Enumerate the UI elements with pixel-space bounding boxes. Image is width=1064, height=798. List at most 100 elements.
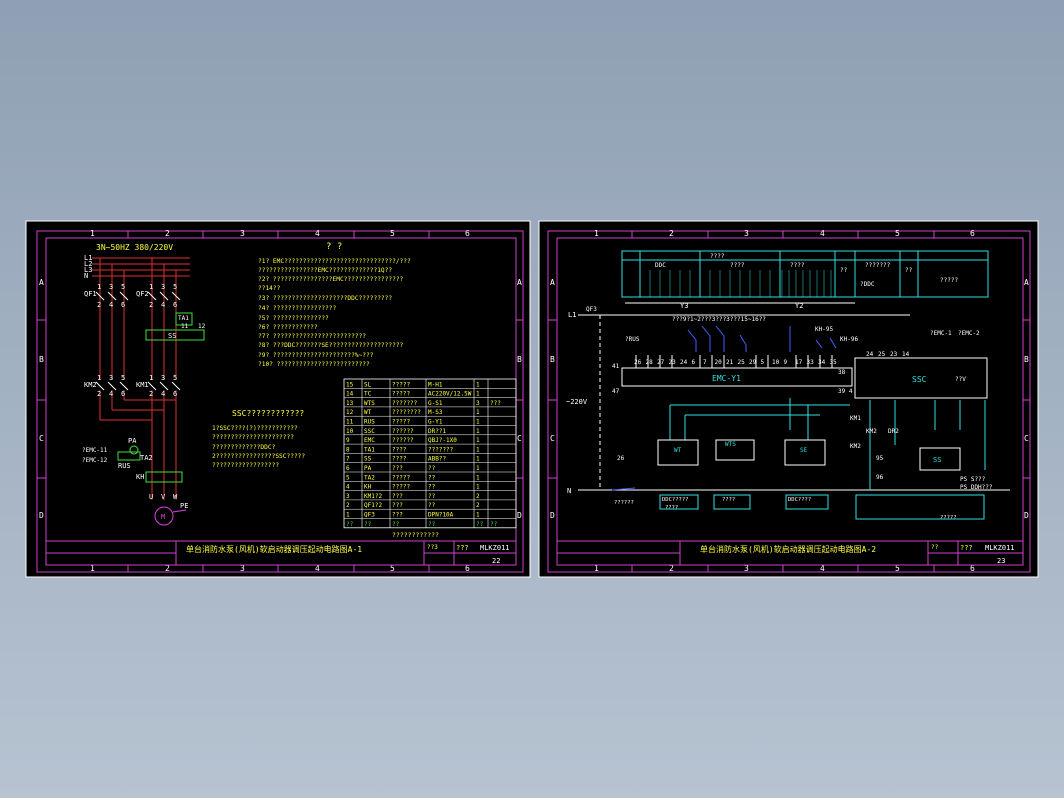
pin: 1 (149, 374, 153, 382)
kh-label: KH (136, 473, 144, 481)
drawing-code: MLKZ011 (480, 544, 510, 552)
table-cell: 14 (346, 391, 354, 398)
table-cell: ???????? (392, 409, 421, 416)
km2-ref: KM2 (850, 443, 861, 450)
terminal-number: 23 (890, 351, 898, 358)
ssc-note: ?????????????????????? (212, 434, 294, 441)
table-cell: TA2 (364, 474, 375, 481)
row-letter: D (517, 511, 522, 520)
table-cell: G-S1 (428, 400, 443, 407)
pin: 2 (97, 301, 101, 309)
table-cell: TC (364, 391, 372, 398)
table-cell: ??? (392, 502, 403, 509)
row-letter: A (1024, 278, 1029, 287)
table-cell: 1 (476, 428, 480, 435)
n26: 26 (617, 455, 625, 462)
header-label: ???? (730, 262, 745, 269)
ss-label: SS (933, 456, 941, 464)
table-cell: 10 (346, 428, 354, 435)
table-cell: ??? (490, 400, 501, 407)
bottom-label: ????? (940, 515, 957, 521)
bus-label: N (84, 272, 88, 280)
col-num: 1 (594, 229, 599, 238)
table-cell: G-Y1 (428, 419, 443, 426)
header-label: ???? (790, 262, 805, 269)
ps-label: PS S??? (960, 476, 986, 483)
cad-canvas: 1 2 3 4 5 6 1 2 3 4 5 6 A B C D A B C D … (25, 220, 1039, 578)
table-cell: ??? (392, 512, 403, 519)
pin: 3 (161, 374, 165, 382)
row-letter: C (550, 434, 555, 443)
u-label: U (149, 493, 153, 501)
sheet-title: 单台消防水泵(风机)软启动器调压起动电路图A-2 (700, 544, 876, 554)
pin: 5 (173, 374, 177, 382)
pin: 4 (109, 301, 113, 309)
ssc-note: 2????????????????SSC????? (212, 453, 305, 460)
table-cell: 1 (476, 419, 480, 426)
terminal-number: 6 (692, 359, 696, 366)
n394: 39 4 (838, 388, 853, 395)
sheet-a2: 1 2 3 4 5 6 1 2 3 4 5 6 A B C D A B C D (538, 220, 1039, 578)
pin: 2 (149, 390, 153, 398)
table-cell: ????? (392, 419, 410, 426)
table-cell: M-H1 (428, 381, 443, 388)
note-line: ?5? ??????????????? (258, 315, 329, 322)
table-cell: ?? (428, 474, 436, 481)
km1-label: KM1 (136, 381, 149, 389)
table-cell: AC220V/12.5W (428, 391, 472, 398)
row-letter: A (39, 278, 44, 287)
emc-ref: ?EMC-2 (958, 330, 980, 337)
tb-small: ?? (931, 544, 939, 551)
col-num: 2 (165, 229, 170, 238)
pin: 3 (161, 283, 165, 291)
table-cell: SL (364, 381, 372, 388)
table-cell: ????? (392, 381, 410, 388)
col-num: 1 (90, 229, 95, 238)
ssc-note: ?????????????????? (212, 462, 279, 469)
pin: 1 (97, 374, 101, 382)
drawing-code: MLKZ011 (985, 544, 1015, 552)
table-cell: M-S3 (428, 409, 443, 416)
ss-label: SS (168, 332, 176, 340)
n47: 47 (612, 388, 620, 395)
table-cell: ?? (428, 465, 436, 472)
terminal-number: 35 (830, 359, 838, 366)
table-cell: QF1?2 (364, 502, 382, 509)
table-cell: ABB?? (428, 456, 446, 463)
table-cell: ????? (392, 474, 410, 481)
col-num: 4 (820, 229, 825, 238)
ssc-label: SSC (912, 375, 927, 384)
table-cell: ?? (428, 493, 436, 500)
terminal-number: 25 (738, 359, 746, 366)
ddc-label: ???? (722, 497, 735, 503)
header-label: ???? (710, 253, 725, 260)
table-cell: 1 (476, 409, 480, 416)
table-cell: 1 (476, 474, 480, 481)
row-letter: C (1024, 434, 1029, 443)
tb-small: ??? (456, 544, 469, 552)
terminal-number: 14 (902, 351, 910, 358)
col-num: 3 (744, 229, 749, 238)
pin: 6 (121, 390, 125, 398)
table-cell: 2 (346, 502, 350, 509)
page-number: 22 (492, 557, 500, 565)
terminal-number: 5 (761, 359, 765, 366)
n12-label: 12 (198, 323, 206, 330)
table-cell: 1 (476, 484, 480, 491)
table-cell: ??? (392, 465, 403, 472)
note-line: ?2? ????????????????EMC???????????????? (258, 276, 404, 283)
ddc-label: DDC????? (662, 497, 689, 503)
table-cell: 5 (346, 474, 350, 481)
bottom-label: ?????? (614, 500, 634, 506)
km2-label: KM2 (84, 381, 97, 389)
table-cell: 11 (346, 419, 354, 426)
header-label: ?? (840, 267, 848, 274)
terminal-number: 27 (657, 359, 665, 366)
rus-ref: ?RUS (625, 336, 640, 343)
table-cell: DPN?10A (428, 512, 454, 519)
dr2-label: DR2 (888, 428, 899, 435)
table-cell: ????? (392, 484, 410, 491)
row-letter: C (517, 434, 522, 443)
table-cell: ???? (392, 456, 407, 463)
terminal-number: 28 (646, 359, 654, 366)
